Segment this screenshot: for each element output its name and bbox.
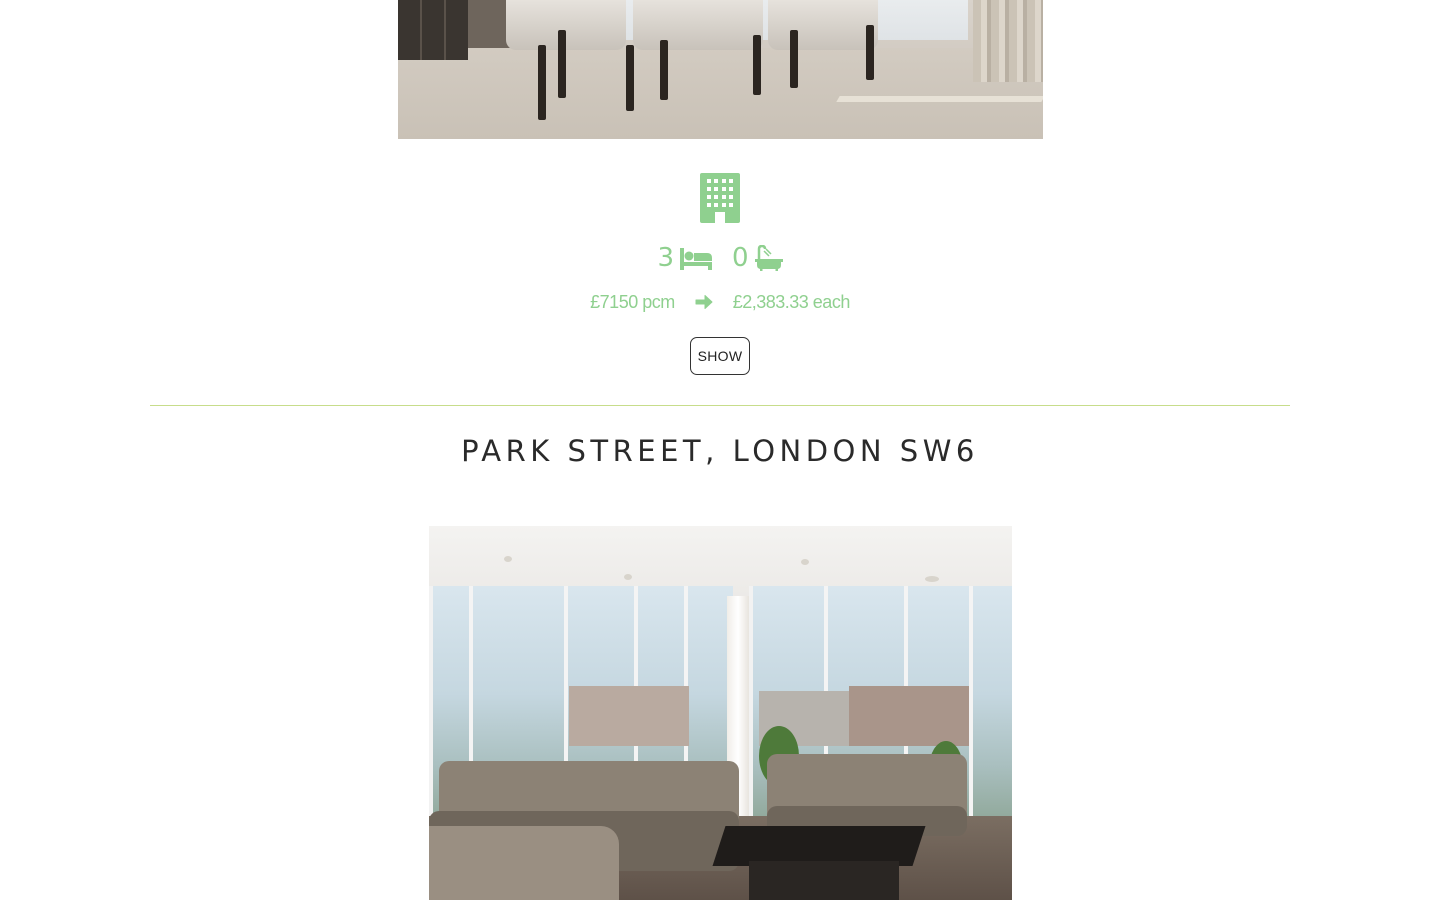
bathroom-count: 0 <box>732 243 749 273</box>
monthly-rent: £7150 pcm <box>590 291 675 312</box>
photo-shelf <box>398 0 468 60</box>
photo-chair-leg <box>866 25 874 80</box>
price-per-person: £2,383.33 each <box>732 291 851 312</box>
show-button[interactable]: SHOW <box>690 337 750 375</box>
listings-page: 3 0 £7150 pcm £2,383.33 each SHOW PARK S… <box>0 0 1440 900</box>
photo-floor-light <box>836 96 1043 102</box>
photo-floor <box>398 48 1043 139</box>
photo-sofa-chaise <box>429 826 619 900</box>
photo-coffee-table <box>712 826 926 866</box>
listing-divider <box>150 405 1290 406</box>
photo-building <box>849 686 969 746</box>
listing-photo-dining-room[interactable] <box>398 0 1043 139</box>
photo-chair-leg <box>626 45 634 111</box>
bed-icon <box>680 248 712 270</box>
arrow-right-icon <box>695 295 713 309</box>
photo-chair <box>768 0 878 50</box>
photo-building <box>569 686 689 746</box>
photo-ceiling-light <box>801 559 809 565</box>
photo-chair-leg <box>558 30 566 98</box>
building-icon <box>700 173 740 223</box>
listing-title[interactable]: PARK STREET, LONDON SW6 <box>0 430 1440 472</box>
listing-photo-living-room[interactable] <box>429 526 1012 900</box>
photo-ceiling-light <box>624 574 632 580</box>
bedroom-count: 3 <box>657 243 674 273</box>
price-row: £7150 pcm £2,383.33 each <box>0 288 1440 316</box>
photo-chair-leg <box>790 30 798 88</box>
photo-window-frame <box>969 586 973 826</box>
photo-chair-leg <box>753 35 761 95</box>
photo-chair <box>633 0 763 50</box>
photo-chair-leg <box>660 40 668 100</box>
photo-curtain <box>973 0 1043 82</box>
photo-chair-leg <box>538 45 546 120</box>
room-counts: 3 0 <box>0 238 1440 278</box>
photo-coffee-table-base <box>749 861 899 900</box>
photo-ceiling-light <box>504 556 512 562</box>
photo-chair <box>506 0 626 50</box>
photo-ceiling-light <box>925 576 939 582</box>
bath-icon <box>754 245 783 271</box>
